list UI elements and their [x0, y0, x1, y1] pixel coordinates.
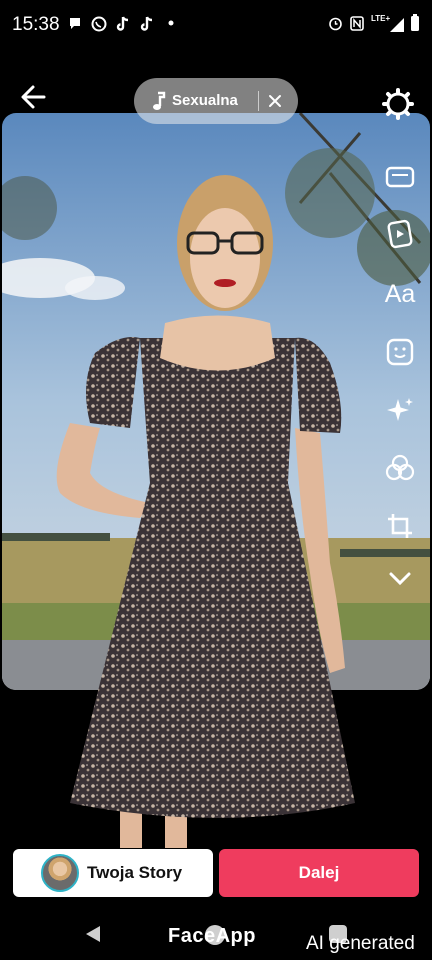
tiktok-icon — [116, 16, 129, 31]
sticker-face-icon[interactable] — [384, 336, 416, 368]
crop-icon[interactable] — [384, 510, 416, 542]
alarm-icon — [329, 17, 342, 31]
battery-icon — [411, 14, 419, 31]
chevron-down-icon[interactable] — [384, 563, 416, 595]
remove-music-close-icon[interactable] — [268, 94, 282, 108]
avatar — [41, 854, 79, 892]
whatsapp-icon — [91, 16, 107, 32]
story-photo — [2, 113, 430, 848]
text-icon[interactable]: Aa — [384, 278, 416, 310]
gear-icon[interactable] — [382, 88, 414, 120]
stickers-icon[interactable] — [384, 160, 416, 192]
tiktok-icon — [140, 16, 153, 31]
music-pill[interactable]: Sexualna — [134, 78, 298, 124]
next-label: Dalej — [298, 863, 340, 882]
next-button[interactable]: Dalej — [219, 849, 419, 897]
nfc-icon — [350, 16, 364, 31]
filters-icon[interactable] — [384, 452, 416, 484]
nav-back-icon[interactable] — [84, 925, 102, 943]
faceapp-watermark: FaceApp — [168, 925, 256, 947]
your-story-button[interactable]: Twoja Story — [13, 849, 213, 897]
back-arrow-icon[interactable] — [20, 84, 48, 110]
dot-icon — [168, 20, 174, 26]
divider — [258, 91, 259, 111]
clock: 15:38 — [12, 14, 60, 35]
music-note-icon — [153, 91, 166, 110]
status-bar: 15:38 LTE+ — [0, 0, 432, 50]
message-icon — [70, 18, 80, 29]
clip-icon[interactable] — [384, 218, 416, 250]
lte-label: LTE+ — [371, 14, 391, 23]
signal-icon — [390, 18, 404, 32]
effects-icon[interactable] — [384, 394, 416, 426]
music-title: Sexualna — [172, 92, 238, 109]
ai-generated-watermark: AI generated — [306, 933, 415, 954]
your-story-label: Twoja Story — [87, 863, 183, 882]
